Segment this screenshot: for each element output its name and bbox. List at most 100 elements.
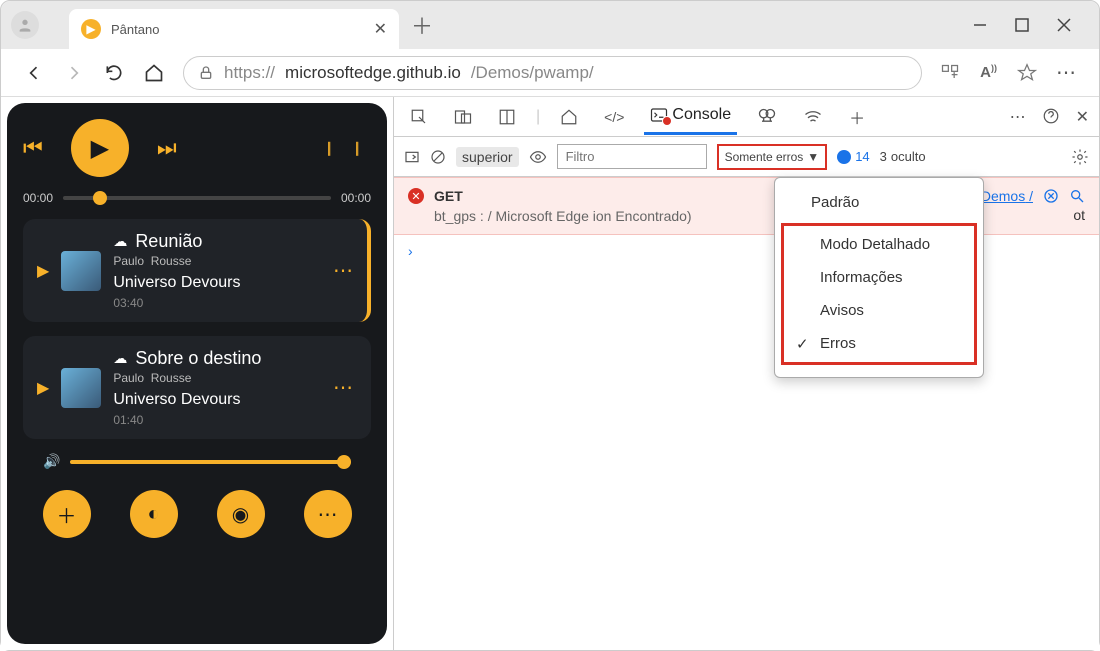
address-bar[interactable]: https://microsoftedge.github.io/Demos/pw… <box>183 56 922 90</box>
hidden-count[interactable]: 3 oculto <box>880 149 926 164</box>
window-controls <box>973 18 1099 32</box>
album-art <box>61 251 101 291</box>
track-album: Universo Devours <box>113 274 321 292</box>
track-duration: 01:40 <box>113 413 321 427</box>
devtools-panel: | </> Console ＋ ⋯ ✕ <box>393 97 1099 650</box>
next-track-button[interactable]: ⏭ <box>157 135 177 161</box>
clear-console-icon[interactable] <box>430 149 446 165</box>
elements-tab[interactable]: </> <box>598 101 630 133</box>
menu-item-errors[interactable]: Erros <box>784 327 974 360</box>
timeline[interactable]: 00:00 00:00 <box>23 191 371 205</box>
menu-item-info[interactable]: Informações <box>784 261 974 294</box>
live-expression-icon[interactable] <box>529 148 547 166</box>
console-prompt[interactable]: › <box>394 235 1099 267</box>
address-bar-row: https://microsoftedge.github.io/Demos/pw… <box>1 49 1099 97</box>
seek-track[interactable] <box>63 196 331 200</box>
browser-window: ▶ Pântano ✕ ＋ https://microsoftedge.gith… <box>0 0 1100 651</box>
error-root-label: ot <box>1073 207 1085 223</box>
volume-track[interactable] <box>70 460 351 464</box>
volume-thumb[interactable] <box>337 455 351 469</box>
tab-favicon-play-icon: ▶ <box>81 19 101 39</box>
error-snapshot-icon[interactable] <box>1043 188 1059 224</box>
seek-thumb[interactable] <box>93 191 107 205</box>
console-error-row[interactable]: ✕ GET bt_gps : / Microsoft Edge ion Enco… <box>394 177 1099 235</box>
new-tab-button[interactable]: ＋ <box>411 9 433 41</box>
add-button[interactable]: ＋ <box>43 490 91 538</box>
forward-button[interactable] <box>63 62 85 84</box>
lock-icon <box>198 65 214 81</box>
track-item[interactable]: ▶ ☁ Reunião Paulo Rousse Universo Devour… <box>23 219 371 322</box>
chevron-down-icon: ▼ <box>807 150 819 164</box>
context-selector[interactable]: superior <box>456 147 519 167</box>
dock-icon[interactable] <box>492 100 522 134</box>
menu-item-default[interactable]: Padrão <box>775 186 983 219</box>
home-button[interactable] <box>143 62 165 84</box>
help-icon[interactable] <box>1042 107 1060 127</box>
more-tabs-button[interactable]: ＋ <box>843 97 871 137</box>
cloud-icon: ☁ <box>113 233 127 250</box>
url-scheme: https:// <box>224 63 275 83</box>
refresh-button[interactable] <box>103 62 125 84</box>
track-album: Universo Devours <box>113 391 321 409</box>
browser-tab[interactable]: ▶ Pântano ✕ <box>69 9 399 49</box>
tab-close-button[interactable]: ✕ <box>374 19 387 39</box>
prev-track-button[interactable]: ⏮ <box>23 135 43 161</box>
track-title: Reunião <box>135 231 202 252</box>
devtools-more-button[interactable]: ⋯ <box>1010 107 1026 127</box>
welcome-tab[interactable] <box>554 100 584 134</box>
filter-input[interactable] <box>557 144 707 169</box>
track-play-icon[interactable]: ▶ <box>37 261 49 281</box>
total-time: 00:00 <box>341 191 371 205</box>
current-time: 00:00 <box>23 191 53 205</box>
content-area: ⏮ ▶ ⏭ ⎹⎸⎹⎸ 00:00 00:00 ▶ ☁ Reunião Paulo <box>1 97 1099 650</box>
play-button[interactable]: ▶ <box>71 119 129 177</box>
console-icon <box>650 106 668 124</box>
more-options-button[interactable]: ⋯ <box>304 490 352 538</box>
device-toolbar-icon[interactable] <box>448 100 478 134</box>
track-more-button[interactable]: ⋯ <box>333 375 353 400</box>
log-level-dropdown[interactable]: Somente erros ▼ <box>717 144 828 170</box>
bottom-controls: ＋ ◐ ◉ ⋯ <box>23 490 371 538</box>
visualizer-icon[interactable]: ⎹⎸⎹⎸ <box>315 140 371 157</box>
devtools-tabs: | </> Console ＋ ⋯ ✕ <box>394 97 1099 137</box>
close-window-button[interactable] <box>1057 18 1071 32</box>
record-button[interactable]: ◉ <box>217 490 265 538</box>
issues-count[interactable]: 14 <box>837 149 869 164</box>
profile-button[interactable] <box>11 11 39 39</box>
more-menu-button[interactable]: ⋯ <box>1055 62 1077 84</box>
maximize-button[interactable] <box>1015 18 1029 32</box>
minimize-button[interactable] <box>973 18 987 32</box>
error-method: GET <box>434 188 463 204</box>
menu-item-verbose[interactable]: Modo Detalhado <box>784 228 974 261</box>
console-toolbar: superior Somente erros ▼ 14 3 oculto <box>394 137 1099 177</box>
favorites-icon[interactable] <box>1017 63 1037 83</box>
titlebar: ▶ Pântano ✕ ＋ <box>1 1 1099 49</box>
track-title: Sobre o destino <box>135 348 261 369</box>
track-duration: 03:40 <box>113 296 321 310</box>
track-more-button[interactable]: ⋯ <box>333 258 353 283</box>
console-settings-icon[interactable] <box>1071 148 1089 166</box>
network-tab[interactable] <box>797 99 829 135</box>
album-art <box>61 368 101 408</box>
back-button[interactable] <box>23 62 45 84</box>
menu-item-warnings[interactable]: Avisos <box>784 294 974 327</box>
error-icon: ✕ <box>408 188 424 204</box>
toggle-sidebar-icon[interactable] <box>404 149 420 165</box>
track-item[interactable]: ▶ ☁ Sobre o destino Paulo Rousse Univers… <box>23 336 371 439</box>
player-controls: ⏮ ▶ ⏭ ⎹⎸⎹⎸ <box>23 119 371 177</box>
issues-icon <box>837 150 851 164</box>
theme-button[interactable]: ◐ <box>130 490 178 538</box>
close-devtools-button[interactable]: ✕ <box>1076 107 1089 127</box>
sources-tab[interactable] <box>751 99 783 135</box>
console-tab[interactable]: Console <box>644 98 737 135</box>
app-install-icon[interactable] <box>940 63 960 83</box>
volume-control[interactable]: 🔊 <box>23 453 371 470</box>
read-aloud-icon[interactable]: A)) <box>980 63 997 83</box>
cloud-icon: ☁ <box>113 350 127 367</box>
tab-title: Pântano <box>111 22 159 37</box>
console-tab-label: Console <box>672 106 731 124</box>
url-path: /Demos/pwamp/ <box>471 63 594 83</box>
console-body: ✕ GET bt_gps : / Microsoft Edge ion Enco… <box>394 177 1099 650</box>
track-play-icon[interactable]: ▶ <box>37 378 49 398</box>
inspect-icon[interactable] <box>404 100 434 134</box>
